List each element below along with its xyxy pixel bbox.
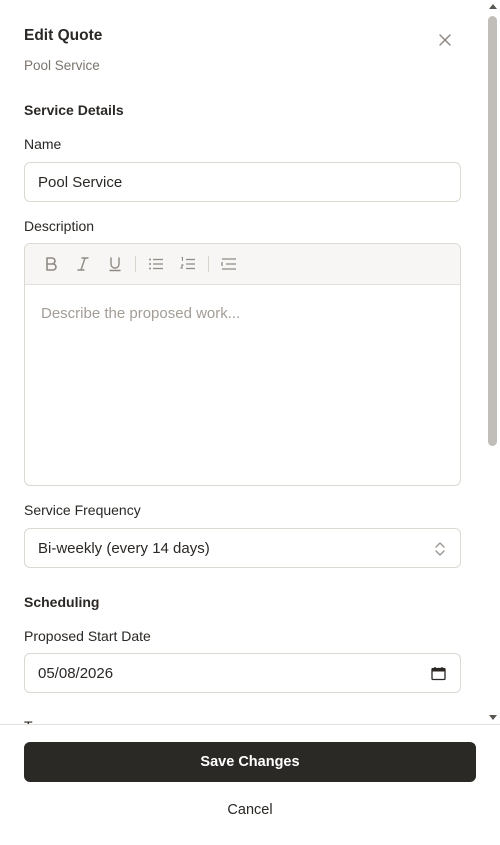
- start-date-label: Proposed Start Date: [24, 628, 151, 644]
- description-placeholder: Describe the proposed work...: [41, 305, 241, 322]
- close-icon: [439, 34, 451, 46]
- indent-button[interactable]: [213, 250, 245, 278]
- description-label: Description: [24, 218, 95, 234]
- section-service-details: Service Details: [24, 102, 124, 118]
- frequency-select-value: Bi-weekly (every 14 days): [38, 539, 210, 557]
- name-input-value: Pool Service: [38, 173, 123, 191]
- start-date-input[interactable]: 05/08/2026: [24, 653, 461, 693]
- bold-button[interactable]: [35, 250, 67, 278]
- save-changes-button[interactable]: Save Changes: [24, 742, 476, 782]
- italic-button[interactable]: [67, 250, 99, 278]
- scroll-down-arrow-icon[interactable]: [489, 715, 497, 720]
- close-button[interactable]: [434, 29, 456, 51]
- underline-button[interactable]: [99, 250, 131, 278]
- chevron-up-down-icon: [435, 542, 445, 556]
- calendar-icon[interactable]: [431, 666, 446, 681]
- scroll-up-arrow-icon[interactable]: [489, 4, 497, 9]
- toolbar-separator: [208, 256, 209, 272]
- scrollbar[interactable]: [486, 0, 500, 724]
- italic-icon: [77, 257, 89, 271]
- numbered-list-button[interactable]: [172, 250, 204, 278]
- section-scheduling: Scheduling: [24, 594, 100, 610]
- frequency-select[interactable]: Bi-weekly (every 14 days): [24, 528, 461, 568]
- numbered-list-icon: [180, 256, 195, 270]
- dialog-subtitle: Pool Service: [24, 58, 100, 73]
- underline-icon: [109, 257, 121, 272]
- bold-icon: [46, 257, 57, 271]
- toolbar-separator: [135, 256, 136, 272]
- dialog-footer: Save Changes Cancel: [0, 724, 500, 845]
- name-label: Name: [24, 136, 62, 152]
- frequency-label: Service Frequency: [24, 502, 141, 518]
- bullet-list-icon: [149, 258, 163, 270]
- form-scroll-area[interactable]: Edit Quote Pool Service Service Details …: [0, 0, 486, 724]
- name-input[interactable]: Pool Service: [24, 162, 461, 202]
- scrollbar-thumb[interactable]: [488, 16, 497, 446]
- dialog-title: Edit Quote: [24, 27, 103, 44]
- cancel-button[interactable]: Cancel: [24, 795, 476, 825]
- indent-icon: [221, 258, 236, 270]
- editor-toolbar: [25, 244, 460, 285]
- description-editor[interactable]: Describe the proposed work...: [24, 243, 461, 486]
- bullet-list-button[interactable]: [140, 250, 172, 278]
- start-date-value: 05/08/2026: [38, 664, 114, 682]
